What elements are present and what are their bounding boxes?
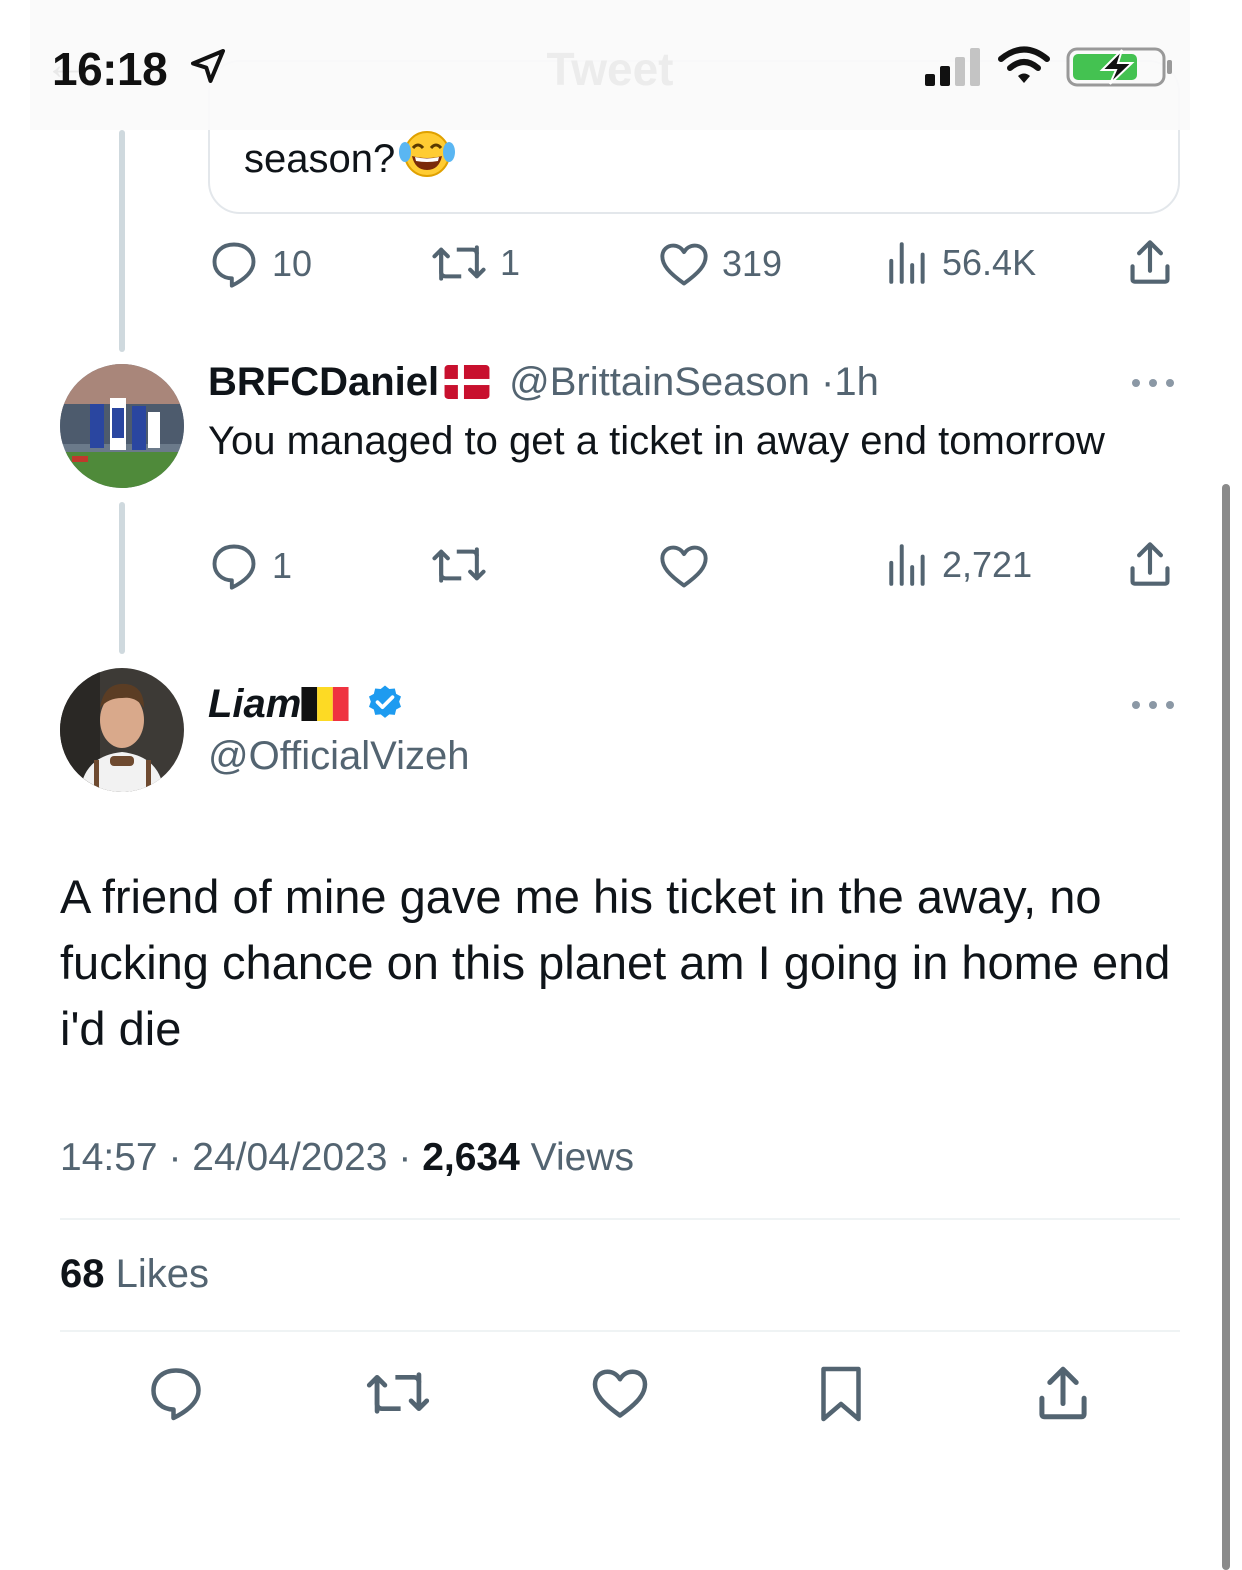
bookmark-button[interactable] [814, 1364, 868, 1424]
main-handle[interactable]: @OfficialVizeh [208, 734, 469, 779]
verified-badge-icon[interactable] [365, 683, 405, 723]
likes-label: Likes [115, 1252, 210, 1296]
avatar[interactable] [60, 364, 184, 488]
main-display-name[interactable]: Liam [208, 682, 301, 726]
retweet-button[interactable]: 1 [430, 240, 520, 286]
tweet-time: 14:57 [60, 1136, 158, 1179]
status-time: 16:18 [52, 43, 168, 95]
heart-icon [592, 1369, 648, 1418]
views-count: 2,634 [422, 1136, 520, 1179]
reply-icon [212, 544, 256, 590]
more-options-icon[interactable] [1130, 376, 1176, 390]
like-button[interactable] [590, 1364, 650, 1422]
reply-button[interactable] [146, 1364, 206, 1422]
bookmark-icon [821, 1366, 861, 1422]
avatar-photo-man [60, 668, 184, 792]
avatar-photo-football-team [60, 364, 184, 488]
reply-icon [212, 242, 256, 288]
retweet-icon [432, 547, 486, 583]
divider [60, 1218, 1180, 1220]
scrollbar[interactable] [1222, 484, 1230, 1570]
main-tweet-text: A friend of mine gave me his ticket in t… [60, 870, 1171, 1055]
reply-icon [151, 1368, 201, 1421]
like-button[interactable]: 319 [658, 240, 782, 288]
thread-line [119, 130, 125, 352]
more-options-icon[interactable] [1130, 698, 1176, 712]
battery-charging-icon [1066, 47, 1172, 87]
reply-button[interactable]: 10 [208, 240, 312, 288]
retweet-icon [366, 1372, 430, 1414]
reply-text: You managed to get a ticket in away end … [208, 419, 1105, 463]
reply-time[interactable]: 1h [834, 360, 879, 404]
views-label: Views [530, 1136, 634, 1179]
thread-line [119, 502, 125, 654]
wifi-icon [998, 46, 1050, 83]
divider [60, 1330, 1180, 1332]
reply-author-row: BRFCDaniel @BrittainSeason ·1h [208, 360, 879, 405]
views-button[interactable]: 56.4K [886, 240, 1036, 286]
tweet-meta: 14:57 · 24/04/2023 · 2,634 Views [60, 1136, 634, 1179]
share-icon [1039, 1366, 1087, 1420]
denmark-flag-icon [444, 365, 490, 399]
cellular-signal-icon [925, 48, 980, 86]
views-button[interactable]: 2,721 [886, 542, 1032, 588]
reply-handle[interactable]: @BrittainSeason [509, 360, 810, 404]
likes-count: 68 [60, 1252, 105, 1296]
avatar[interactable] [60, 668, 184, 792]
share-button[interactable] [1126, 540, 1174, 588]
quoted-tweet-text: season? [244, 128, 456, 190]
tweet-date: 24/04/2023 [192, 1136, 388, 1179]
main-author-row: Liam [208, 682, 405, 727]
views-bar-icon [889, 544, 925, 586]
reply-display-name[interactable]: BRFCDaniel [208, 360, 439, 404]
share-button[interactable] [1126, 238, 1174, 286]
laughing-emoji-icon [399, 128, 456, 190]
retweet-icon [432, 245, 486, 281]
heart-icon [660, 545, 708, 588]
heart-icon [660, 243, 708, 286]
share-icon [1130, 240, 1170, 284]
views-bar-icon [889, 242, 925, 284]
retweet-button[interactable] [364, 1366, 432, 1420]
share-icon [1130, 542, 1170, 586]
reply-button[interactable]: 1 [208, 542, 292, 590]
like-button[interactable] [658, 542, 710, 590]
location-arrow-icon [191, 49, 225, 83]
belgium-flag-icon [301, 687, 349, 721]
reply-separator: · [821, 360, 835, 404]
likes-summary[interactable]: 68 Likes [60, 1252, 209, 1297]
retweet-button[interactable] [430, 542, 488, 588]
share-button[interactable] [1034, 1364, 1092, 1422]
